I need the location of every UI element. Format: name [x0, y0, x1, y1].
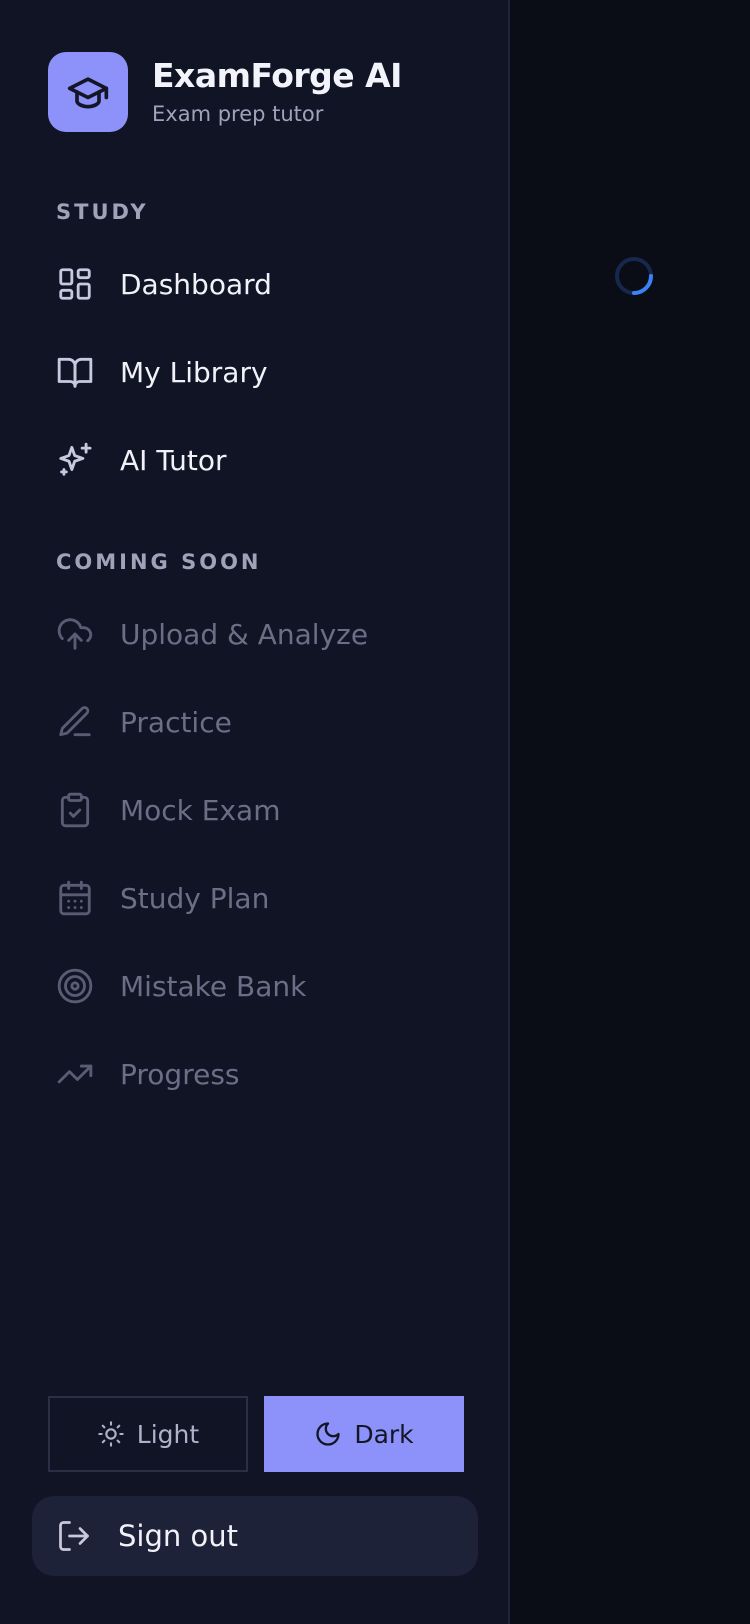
sidebar-item-label: My Library [120, 355, 268, 389]
pencil-icon [56, 703, 94, 741]
sidebar-item-label: Upload & Analyze [120, 617, 369, 651]
brand[interactable]: ExamForge AI Exam prep tutor [48, 52, 402, 132]
sidebar-item-label: Mock Exam [120, 793, 281, 827]
sidebar-item-my-library[interactable]: My Library [32, 336, 478, 408]
sidebar-item-progress: Progress [32, 1038, 478, 1110]
sidebar-item-label: Mistake Bank [120, 969, 307, 1003]
sidebar-item-practice: Practice [32, 686, 478, 758]
log-out-icon [59, 1521, 89, 1551]
app-subtitle: Exam prep tutor [152, 102, 324, 126]
calendar-icon [56, 879, 94, 917]
theme-toggle: Light Dark [48, 1396, 464, 1472]
moon-icon [316, 1422, 340, 1446]
sun-icon [98, 1421, 124, 1447]
sign-out-button[interactable]: Sign out [32, 1496, 478, 1576]
sidebar-item-dashboard[interactable]: Dashboard [32, 248, 478, 320]
theme-light-label: Light [136, 1419, 200, 1449]
sign-out-label: Sign out [118, 1519, 238, 1553]
target-icon [56, 967, 94, 1005]
loading-spinner-icon [615, 257, 653, 295]
theme-dark-label: Dark [354, 1419, 414, 1449]
open-book-icon [56, 353, 94, 391]
section-label-study: STUDY [56, 200, 149, 224]
sidebar-item-ai-tutor[interactable]: AI Tutor [32, 424, 478, 496]
sidebar-item-label: Study Plan [120, 881, 270, 915]
theme-dark-button[interactable]: Dark [264, 1396, 464, 1472]
sidebar-item-upload-analyze: Upload & Analyze [32, 598, 478, 670]
section-label-coming-soon: COMING SOON [56, 550, 262, 574]
trending-up-icon [56, 1055, 94, 1093]
sparkles-icon [56, 441, 94, 479]
app-root: ExamForge AI Exam prep tutor STUDY Dashb… [0, 0, 750, 1624]
sidebar-item-mock-exam: Mock Exam [32, 774, 478, 846]
sidebar-item-label: Practice [120, 705, 232, 739]
sidebar-item-mistake-bank: Mistake Bank [32, 950, 478, 1022]
graduation-cap-icon [48, 52, 128, 132]
sidebar-item-study-plan: Study Plan [32, 862, 478, 934]
clipboard-check-icon [56, 791, 94, 829]
theme-light-button[interactable]: Light [48, 1396, 248, 1472]
main-content [512, 0, 750, 1624]
sidebar-item-label: AI Tutor [120, 443, 227, 477]
app-title: ExamForge AI [152, 56, 402, 95]
brand-text: ExamForge AI Exam prep tutor [152, 56, 402, 128]
sidebar-item-label: Dashboard [120, 267, 272, 301]
cloud-upload-icon [56, 615, 94, 653]
sidebar-item-label: Progress [120, 1057, 240, 1091]
dashboard-grid-icon [56, 265, 94, 303]
sidebar: ExamForge AI Exam prep tutor STUDY Dashb… [0, 0, 510, 1624]
